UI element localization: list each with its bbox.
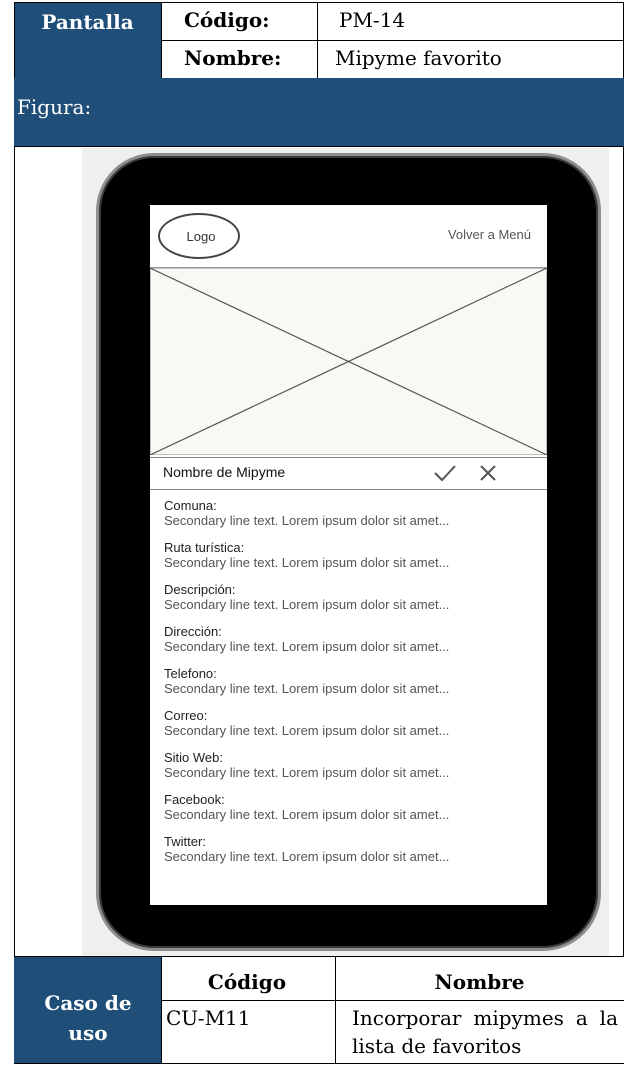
mipyme-name-title: Nombre de Mipyme [163, 464, 286, 480]
logo-text: Logo [186, 229, 216, 244]
figura-band [14, 78, 624, 146]
back-to-menu-link[interactable]: Volver a Menú [448, 227, 531, 242]
list-item: Sitio Web: Secondary line text. Lorem ips… [164, 750, 450, 780]
list-item: Descripción: Secondary line text. Lorem i… [164, 582, 450, 612]
detail-list: Comuna: Secondary line text. Lorem ipsum … [164, 498, 544, 876]
caso-codigo-value: CU-M11 [166, 1006, 251, 1030]
nombre-value: Mipyme favorito [335, 46, 502, 70]
caso-de-uso-label: Caso de uso [44, 991, 132, 1045]
codigo-column-header: Código [207, 970, 287, 994]
image-placeholder [150, 268, 547, 455]
caso-nombre-value: Incorporar mipymes a la lista de favorit… [352, 1006, 618, 1058]
pantalla-label: Pantalla [41, 10, 134, 34]
list-item: Dirección: Secondary line text. Lorem ips… [164, 624, 450, 654]
list-item: Telefono: Secondary line text. Lorem ipsu… [164, 666, 450, 696]
codigo-value: PM-14 [339, 8, 406, 32]
list-item: Ruta turística: Secondary line text. Lore… [164, 540, 450, 570]
nombre-label: Nombre: [184, 46, 282, 70]
list-item: Twitter: Secondary line text. Lorem ipsum… [164, 834, 450, 864]
codigo-label: Código: [184, 8, 270, 32]
list-item: Facebook: Secondary line text. Lorem ipsu… [164, 792, 450, 822]
check-icon[interactable] [432, 463, 458, 483]
tablet-screen: Logo Volver a Menú Nombre de Mipyme Comu… [150, 205, 547, 905]
nombre-column-header: Nombre [434, 970, 525, 994]
close-icon[interactable] [478, 463, 498, 483]
figura-label: Figura: [17, 95, 92, 119]
list-item: Correo: Secondary line text. Lorem ipsum … [164, 708, 450, 738]
list-item: Comuna: Secondary line text. Lorem ipsum … [164, 498, 450, 528]
